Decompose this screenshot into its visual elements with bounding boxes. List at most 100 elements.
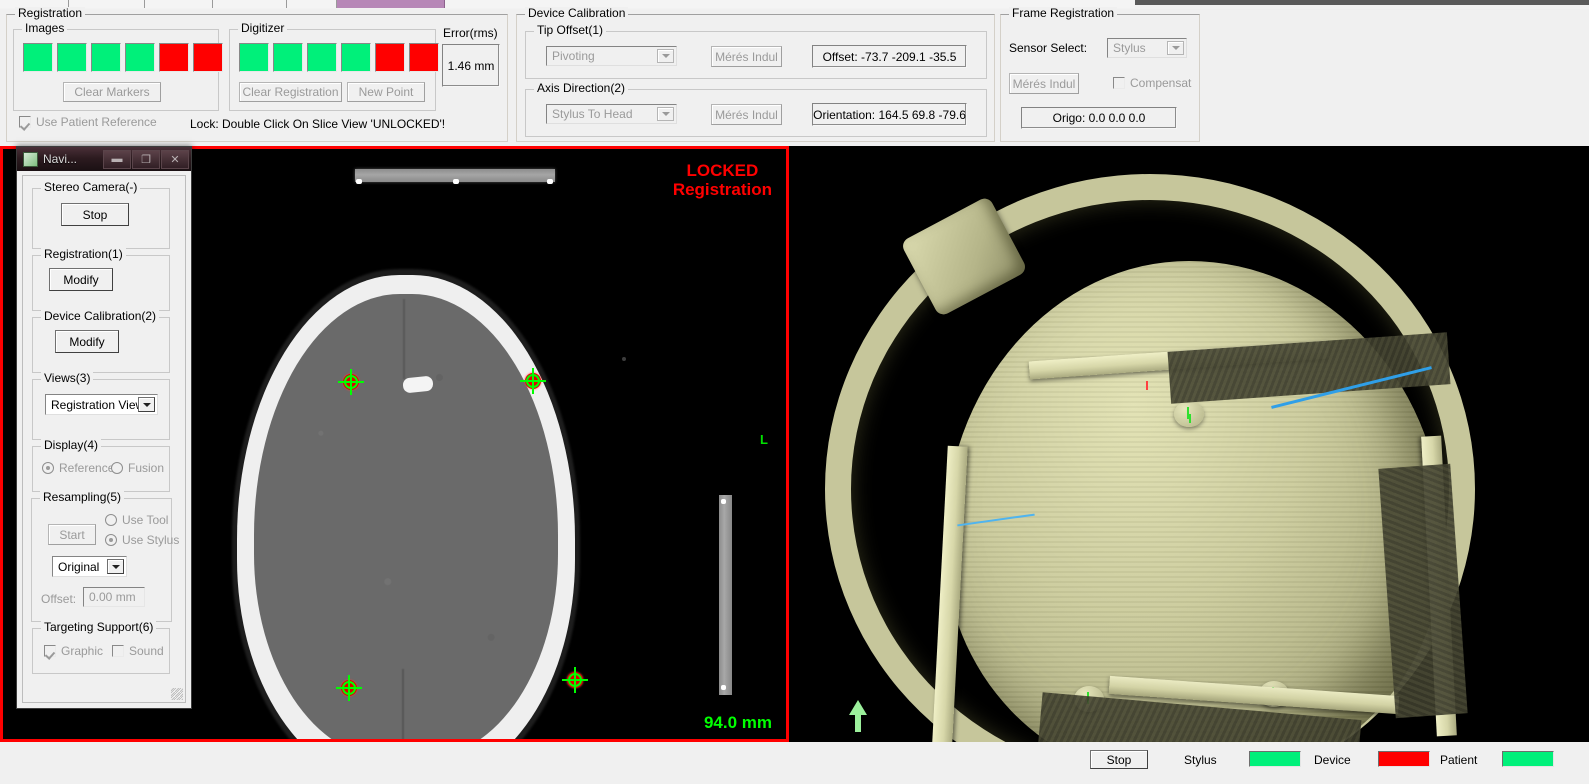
use-patient-reference-checkbox[interactable]: Use Patient Reference [19,115,157,129]
falx-anterior [403,299,405,379]
fiducial-marker-2[interactable] [520,368,546,394]
sensor-select-value: Stylus [1113,41,1146,55]
digitizer-led-6 [409,43,439,72]
patient-status-led [1502,751,1554,767]
chevron-down-icon[interactable] [657,107,674,121]
radio-glyph [42,462,54,474]
resampling-use-tool-radio[interactable]: Use Tool [105,513,168,527]
tip-offset-group: Tip Offset(1) Pivoting Mérés Indul Offse… [525,24,987,79]
image-led-3 [91,43,121,72]
display-reference-label: Reference [59,461,115,475]
new-point-button[interactable]: New Point [347,82,425,102]
display-reference-radio[interactable]: Reference [42,461,114,475]
stylus-status-led [1249,751,1301,767]
toolbar-dark-bar [1135,0,1589,5]
navi-device-calibration-modify-button[interactable]: Modify [55,330,119,353]
orientation-letter-l: L [760,432,768,447]
fiducial-marker-3[interactable] [336,675,362,701]
fiducial-marker-4[interactable] [562,667,588,693]
chevron-down-icon[interactable] [138,397,155,412]
image-led-4 [125,43,155,72]
resampling-use-tool-label: Use Tool [122,513,169,527]
tip-offset-measure-button[interactable]: Mérés Indul [711,46,782,67]
origo-readout: Origo: 0.0 0.0 0.0 [1021,107,1177,129]
resize-grip-icon[interactable] [171,688,183,700]
minimize-icon[interactable]: ▬ [103,149,131,169]
frame-measure-button[interactable]: Mérés Indul [1009,73,1079,94]
navi-device-calibration-group-title: Device Calibration(2) [41,310,160,323]
axis-direction-group-title: Axis Direction(2) [534,82,629,95]
navi-window-title-bar[interactable]: Navi... ▬ ❐ ✕ [17,147,191,171]
tip-offset-readout: Offset: -73.7 -209.1 -35.5 [812,45,967,68]
resampling-use-stylus-label: Use Stylus [122,533,180,547]
targeting-graphic-checkbox[interactable]: Graphic [44,644,103,658]
fiducial-marker-1[interactable] [338,369,364,395]
status-stop-button[interactable]: Stop [1090,750,1148,769]
right-frame-bar [719,495,732,695]
right-bar-marker-b [721,685,726,690]
compensate-check-glyph [1113,77,1125,89]
digitizer-led-4 [341,43,371,72]
plate-marker-a [356,179,362,184]
images-group: Images Clear Markers [13,22,223,111]
resampling-use-stylus-radio[interactable]: Use Stylus [105,533,179,547]
clear-registration-button[interactable]: Clear Registration [239,82,342,102]
display-group-title: Display(4) [41,439,102,452]
status-bar: Stop Stylus Device Patient [0,742,1589,784]
tab-4[interactable] [213,0,287,8]
right-bar-marker-a [721,499,726,504]
digitizer-led-3 [307,43,337,72]
targeting-sound-checkbox[interactable]: Sound [112,644,164,658]
slice-depth-label: 94.0 mm [703,713,772,732]
digitizer-led-1 [239,43,269,72]
patient-status-label: Patient [1440,753,1478,767]
device-calibration-group-title: Device Calibration [525,7,629,20]
display-group: Display(4) Reference Fusion [32,439,170,492]
sound-check-glyph [112,645,124,657]
navi-registration-modify-button[interactable]: Modify [49,268,113,291]
locked-registration-overlay: LOCKED Registration [673,161,772,199]
targeting-support-group: Targeting Support(6) Graphic Sound [32,621,170,674]
resampling-group-title: Resampling(5) [40,491,125,504]
axis-direction-measure-button[interactable]: Mérés Indul [711,104,782,125]
error-rms-label: Error(rms) [443,26,498,40]
resampling-start-button[interactable]: Start [48,524,96,545]
digitizer-led-2 [273,43,303,72]
three-d-viewport[interactable] [789,146,1589,742]
navi-window[interactable]: Navi... ▬ ❐ ✕ Stereo Camera(-) Stop Regi… [16,146,192,709]
targeting-sound-label: Sound [129,644,164,658]
stereo-camera-group: Stereo Camera(-) Stop [32,181,170,249]
views-combo[interactable]: Registration View [45,394,158,415]
falx-posterior [402,669,404,739]
device-calibration-group: Device Calibration Tip Offset(1) Pivotin… [516,7,995,142]
digitizer-led-5 [375,43,405,72]
maximize-icon[interactable]: ❐ [132,149,160,169]
tab-5[interactable] [287,0,337,8]
top-tab-strip[interactable] [0,0,1589,9]
resampling-offset-input[interactable]: 0.00 mm [83,587,145,607]
resampling-kernel-value: Original [58,559,100,574]
tab-active[interactable] [337,0,445,8]
use-patient-reference-label: Use Patient Reference [36,115,157,129]
speckle-2 [622,357,626,361]
close-icon[interactable]: ✕ [161,149,189,169]
tip-offset-group-title: Tip Offset(1) [534,24,607,37]
sensor-select-label: Sensor Select: [1009,41,1088,55]
tab-3[interactable] [145,0,213,8]
display-fusion-radio[interactable]: Fusion [111,461,164,475]
targeting-graphic-label: Graphic [61,644,104,658]
radio-glyph [105,534,117,546]
frame-registration-group-title: Frame Registration [1009,7,1118,20]
stereo-camera-stop-button[interactable]: Stop [61,203,129,226]
axis-direction-mode-combo[interactable]: Stylus To Head [546,104,677,124]
resampling-kernel-combo[interactable]: Original [52,556,127,577]
locked-line-1: LOCKED [686,161,759,180]
clear-markers-button[interactable]: Clear Markers [63,82,161,102]
chevron-down-icon[interactable] [1167,41,1184,55]
compensate-checkbox[interactable]: Compensat [1113,76,1191,90]
chevron-down-icon[interactable] [657,49,674,63]
sensor-select-combo[interactable]: Stylus [1107,38,1187,58]
chevron-down-icon[interactable] [107,559,124,574]
tip-offset-mode-combo[interactable]: Pivoting [546,46,677,66]
navi-device-calibration-group: Device Calibration(2) Modify [32,310,170,373]
